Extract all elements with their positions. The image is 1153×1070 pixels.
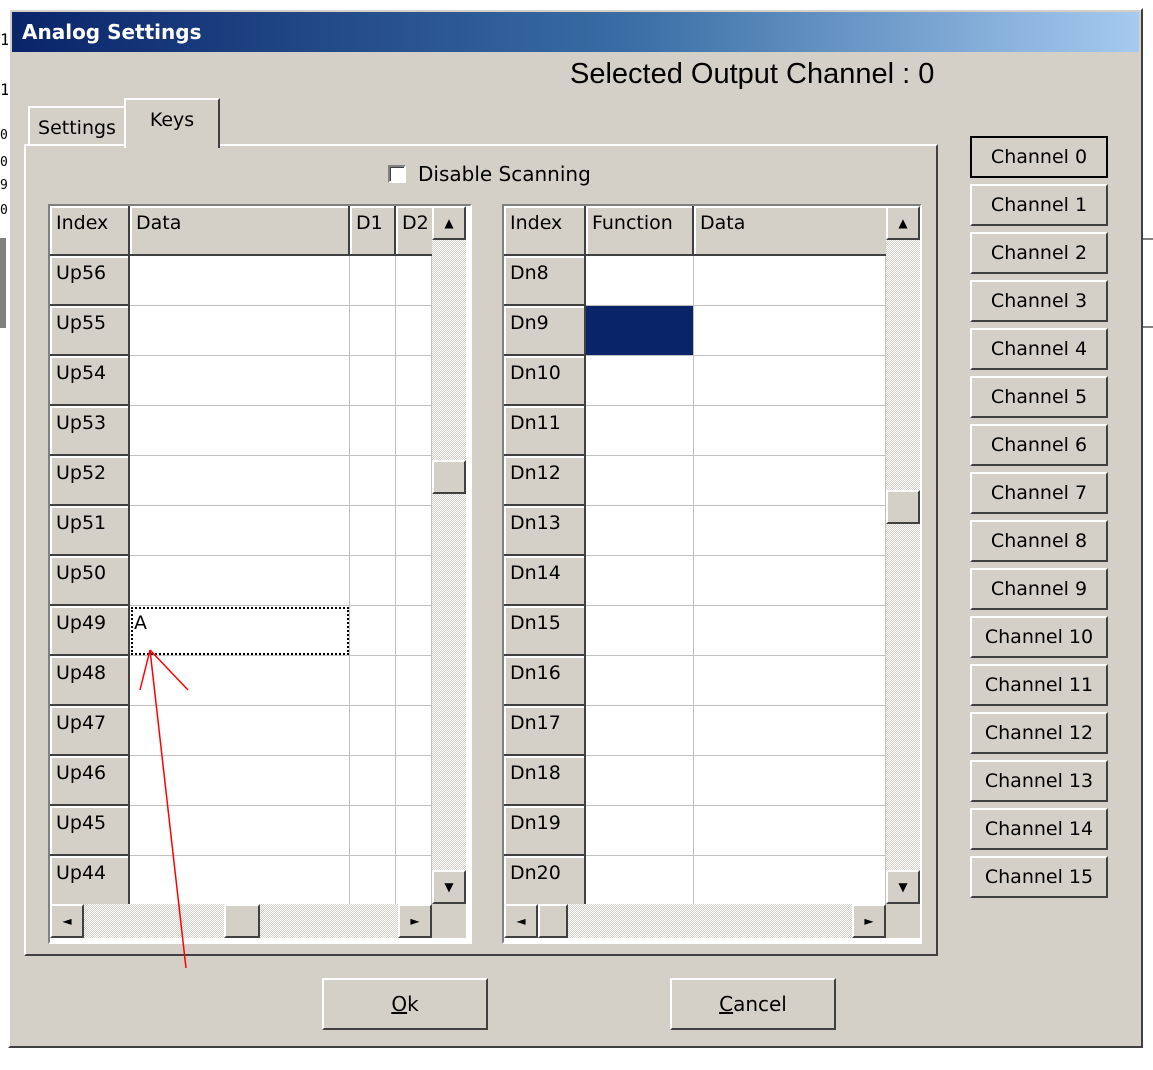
tab-keys[interactable]: Keys [124,98,220,148]
annotation-arrow-icon [139,649,189,969]
